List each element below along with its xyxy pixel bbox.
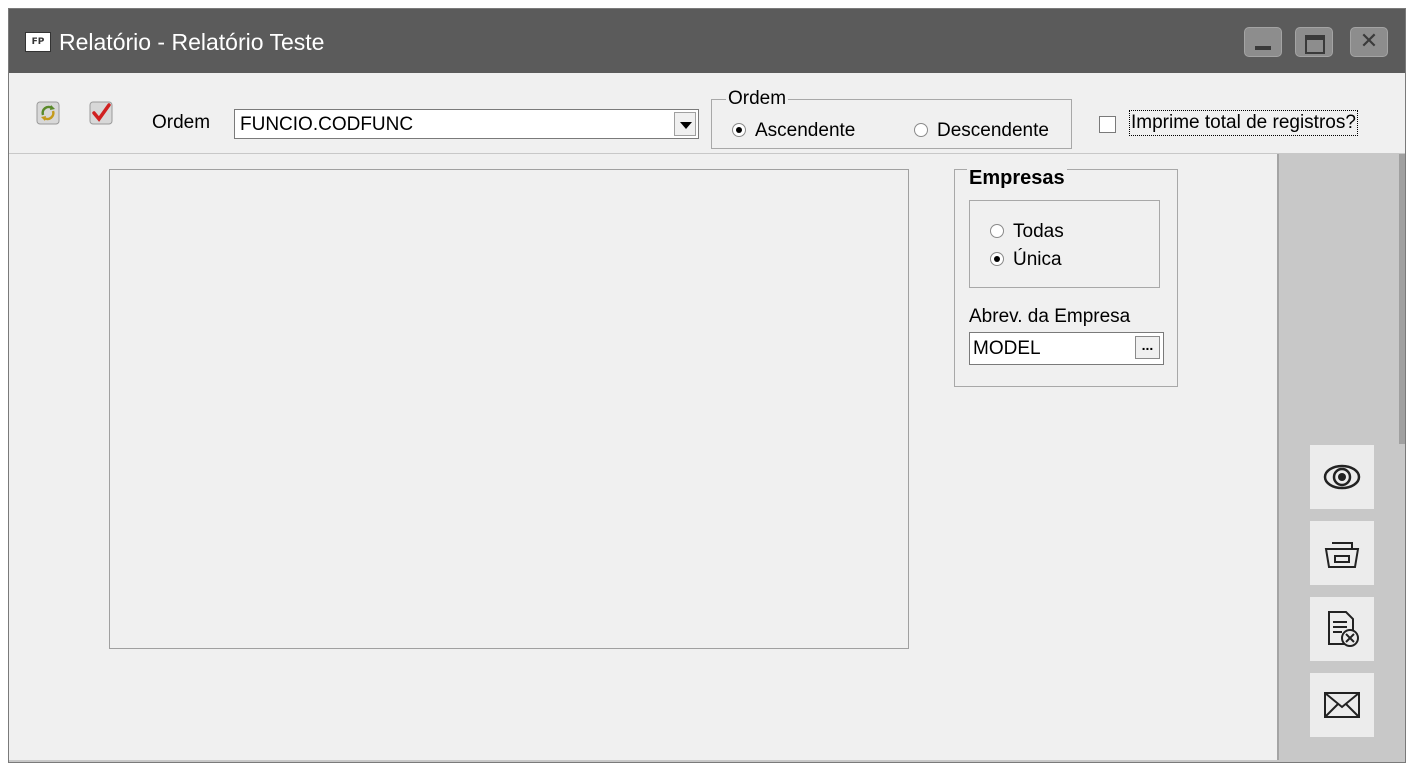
radio-unica-circle[interactable] <box>990 252 1004 266</box>
sidebar-scrollbar[interactable] <box>1399 154 1405 444</box>
preview-button[interactable] <box>1310 445 1374 509</box>
radio-todas-label: Todas <box>1013 221 1064 242</box>
check-icon[interactable] <box>89 101 113 125</box>
empresas-group: Empresas Todas Única Abrev. da Empresa M… <box>954 167 1178 387</box>
close-icon: ✕ <box>1359 29 1379 54</box>
abrev-empresa-label: Abrev. da Empresa <box>969 306 1131 327</box>
ordem-select[interactable]: FUNCIO.CODFUNC <box>234 109 699 139</box>
radio-ascendente-label: Ascendente <box>755 120 856 141</box>
abrev-empresa-value: MODEL <box>973 338 1041 359</box>
title-bar[interactable]: FP Relatório - Relatório Teste ✕ <box>9 9 1405 73</box>
abrev-empresa-input[interactable]: MODEL ... <box>969 332 1164 365</box>
eye-icon <box>1323 464 1361 490</box>
close-button[interactable]: ✕ <box>1350 27 1388 57</box>
imprime-total-checkbox[interactable] <box>1099 116 1116 133</box>
radio-descendente-circle[interactable] <box>914 123 928 137</box>
imprime-total-label[interactable]: Imprime total de registros? <box>1129 110 1358 136</box>
toolbar-divider <box>9 153 1405 154</box>
document-cancel-icon <box>1328 611 1359 647</box>
window-title: Relatório - Relatório Teste <box>59 29 325 55</box>
lookup-button[interactable]: ... <box>1135 336 1160 359</box>
action-sidebar <box>1277 154 1405 760</box>
radio-unica-label: Única <box>1013 249 1062 270</box>
email-button[interactable] <box>1310 673 1374 737</box>
window-bottom-border <box>9 760 1405 762</box>
app-icon: FP <box>25 32 51 52</box>
printer-icon <box>1324 542 1360 568</box>
report-window: FP Relatório - Relatório Teste ✕ Ordem F… <box>8 8 1406 763</box>
maximize-button[interactable] <box>1295 27 1333 57</box>
filter-panel <box>109 169 909 649</box>
empresas-legend: Empresas <box>967 167 1067 190</box>
envelope-icon <box>1324 692 1360 718</box>
chevron-down-icon[interactable] <box>674 112 696 136</box>
refresh-icon[interactable] <box>36 101 60 125</box>
cancel-report-button[interactable] <box>1310 597 1374 661</box>
radio-ascendente-circle[interactable] <box>732 123 746 137</box>
ordem-select-value: FUNCIO.CODFUNC <box>240 114 414 135</box>
print-button[interactable] <box>1310 521 1374 585</box>
empresas-scope-box: Todas Única <box>969 200 1160 288</box>
radio-todas-circle[interactable] <box>990 224 1004 238</box>
minimize-button[interactable] <box>1244 27 1282 57</box>
ordem-group-legend: Ordem <box>726 88 789 110</box>
radio-descendente-label: Descendente <box>937 120 1049 141</box>
ordem-direction-group: Ordem Ascendente Descendente <box>711 88 1072 149</box>
ordem-label: Ordem <box>152 112 211 133</box>
